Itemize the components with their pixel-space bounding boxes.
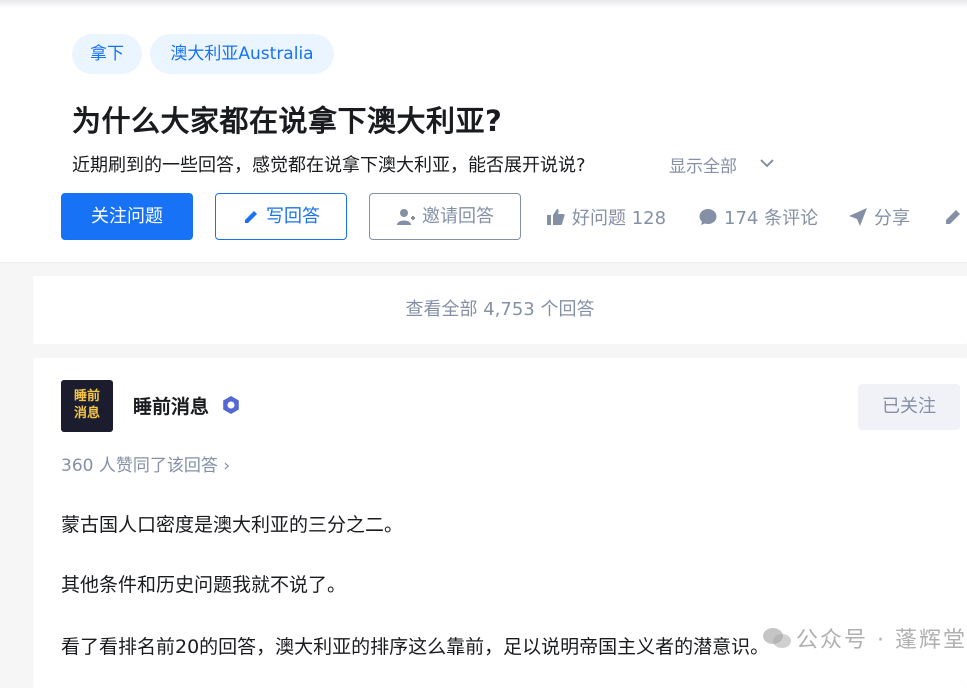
paper-plane-icon xyxy=(849,208,867,226)
add-user-icon xyxy=(397,208,415,225)
invite-answer-label: 邀请回答 xyxy=(422,206,494,227)
pencil-icon xyxy=(946,210,960,224)
followed-button[interactable]: 已关注 xyxy=(858,384,960,430)
vote-count[interactable]: 360 人赞同了该回答 › xyxy=(61,451,230,476)
avatar[interactable]: 睡前消息 xyxy=(61,380,113,432)
comments-button[interactable]: 174 条评论 xyxy=(698,205,818,229)
verified-badge-icon xyxy=(223,396,239,414)
wechat-icon xyxy=(763,628,791,648)
answer-paragraph: 蒙古国人口密度是澳大利亚的三分之二。 xyxy=(61,514,404,536)
good-question-label: 好问题 128 xyxy=(572,208,667,229)
watermark: 公众号 · 蓬辉堂 xyxy=(762,622,967,654)
invite-answer-button[interactable]: 邀请回答 xyxy=(369,193,521,240)
topic-tag[interactable]: 澳大利亚Australia xyxy=(150,34,334,74)
pencil-icon xyxy=(245,210,257,223)
thumbs-up-icon xyxy=(547,209,565,225)
write-answer-button[interactable]: 写回答 xyxy=(215,193,347,240)
share-button[interactable]: 分享 xyxy=(848,205,910,229)
show-all-link[interactable]: 显示全部 xyxy=(669,152,737,177)
answer-paragraph: 其他条件和历史问题我就不说了。 xyxy=(61,574,347,596)
share-label: 分享 xyxy=(874,208,910,229)
watermark-text: 公众号 · 蓬辉堂 xyxy=(796,628,967,653)
chevron-down-icon[interactable] xyxy=(758,154,776,172)
comments-label: 174 条评论 xyxy=(724,208,819,229)
question-header: 拿下 澳大利亚Australia 为什么大家都在说拿下澳大利亚? 近期刷到的一些… xyxy=(0,8,967,263)
question-detail: 近期刷到的一些回答，感觉都在说拿下澳大利亚，能否展开说说? xyxy=(72,155,586,176)
author-name[interactable]: 睡前消息 xyxy=(133,392,209,419)
follow-question-button[interactable]: 关注问题 xyxy=(61,193,193,240)
topic-tag[interactable]: 拿下 xyxy=(72,34,142,74)
view-all-answers-button[interactable]: 查看全部 4,753 个回答 xyxy=(33,276,967,344)
comment-icon xyxy=(699,209,717,225)
edit-button[interactable] xyxy=(943,205,963,229)
good-question-button[interactable]: 好问题 128 xyxy=(546,205,666,229)
answer-paragraph: 看了看排名前20的回答，澳大利亚的排序这么靠前，足以说明帝国主义者的潜意识。 xyxy=(61,636,770,658)
question-title[interactable]: 为什么大家都在说拿下澳大利亚? xyxy=(72,98,502,140)
top-divider xyxy=(0,0,967,8)
avatar-text: 睡前消息 xyxy=(73,389,100,421)
write-answer-label: 写回答 xyxy=(266,206,320,227)
